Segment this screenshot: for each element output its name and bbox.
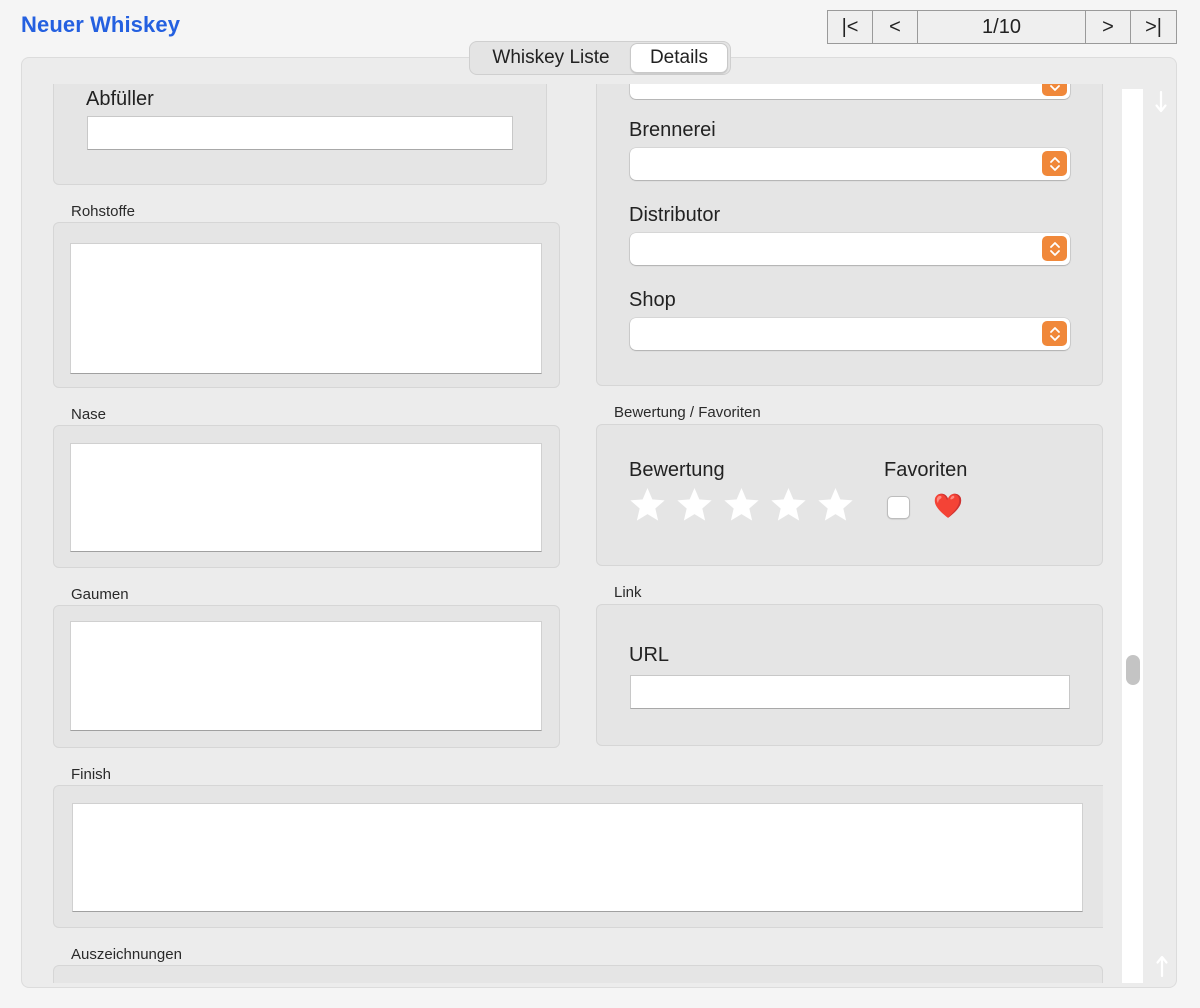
abfueller-field[interactable] [87, 116, 513, 150]
brennerei-label: Brennerei [629, 119, 716, 141]
next-record-button[interactable]: > [1086, 11, 1131, 43]
star-icon[interactable] [815, 485, 856, 525]
nase-textarea[interactable] [70, 443, 542, 552]
rohstoffe-section-label: Rohstoffe [71, 203, 135, 220]
clipped-popup[interactable] [630, 84, 1070, 99]
nase-section-label: Nase [71, 406, 107, 423]
distributor-label: Distributor [629, 204, 721, 226]
chevron-up-down-icon [1042, 84, 1067, 96]
favoriten-label: Favoriten [884, 459, 968, 481]
rohstoffe-textarea[interactable] [70, 243, 542, 374]
tab-details[interactable]: Details [630, 43, 728, 73]
auszeichnungen-box [53, 965, 1103, 983]
finish-section-label: Finish [71, 766, 112, 783]
url-label: URL [629, 644, 670, 666]
star-icon[interactable] [674, 485, 715, 525]
chevron-up-down-icon [1042, 151, 1067, 176]
rating-stars [627, 485, 856, 525]
chevron-up-down-icon [1042, 236, 1067, 261]
shop-label: Shop [629, 289, 676, 311]
gaumen-textarea[interactable] [70, 621, 542, 731]
first-record-button[interactable]: |< [828, 11, 873, 43]
last-record-button[interactable]: >| [1131, 11, 1176, 43]
star-icon[interactable] [627, 485, 668, 525]
record-counter: 1/10 [918, 11, 1086, 43]
finish-textarea[interactable] [72, 803, 1083, 912]
previous-record-button[interactable]: < [873, 11, 918, 43]
url-field[interactable] [630, 675, 1070, 709]
shop-popup[interactable] [630, 318, 1070, 350]
abfueller-label: Abfüller [86, 88, 154, 110]
gaumen-section-label: Gaumen [71, 586, 129, 603]
distributor-popup[interactable] [630, 233, 1070, 265]
arrow-down-icon[interactable] [1154, 90, 1168, 114]
star-icon[interactable] [768, 485, 809, 525]
record-navigator: |< < 1/10 > >| [827, 10, 1177, 44]
tab-bar: Whiskey Liste Details [469, 41, 731, 75]
link-section-label: Link [614, 584, 642, 601]
star-icon[interactable] [721, 485, 762, 525]
window-title: Neuer Whiskey [21, 12, 181, 37]
auszeichnungen-section-label: Auszeichnungen [71, 946, 182, 963]
favorite-checkbox[interactable] [887, 496, 910, 519]
chevron-up-down-icon [1042, 321, 1067, 346]
bewertung-section-label: Bewertung / Favoriten [614, 404, 761, 421]
arrow-up-icon[interactable] [1155, 954, 1169, 978]
bewertung-label: Bewertung [629, 459, 725, 481]
tab-whiskey-liste[interactable]: Whiskey Liste [472, 43, 630, 73]
scrollbar-track[interactable] [1122, 89, 1143, 983]
brennerei-popup[interactable] [630, 148, 1070, 180]
heart-icon: ❤️ [933, 493, 963, 520]
clipped-popup-container [628, 84, 1072, 100]
scrollbar-thumb[interactable] [1126, 655, 1140, 685]
